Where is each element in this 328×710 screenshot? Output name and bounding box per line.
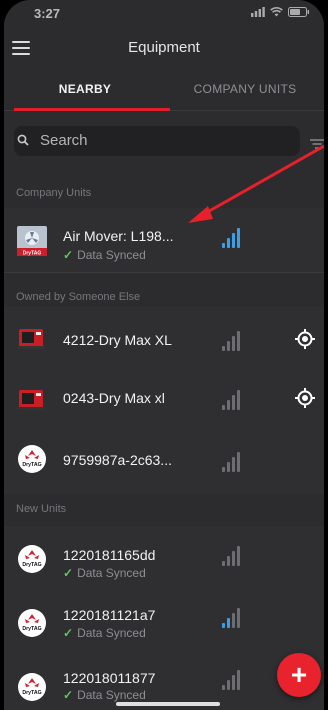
signal-bar <box>222 467 225 472</box>
air-mover-icon: DryTAG <box>17 226 47 256</box>
unit-name: 0243-Dry Max xl <box>63 390 165 406</box>
section-header-new-units: New Units <box>4 494 324 524</box>
signal-bar <box>227 400 230 410</box>
svg-text:DryTAG: DryTAG <box>22 626 41 632</box>
svg-text:DryTAG: DryTAG <box>22 562 41 568</box>
cellular-signal-icon <box>251 7 265 17</box>
signal-bar <box>232 613 235 628</box>
sync-status: ✓ Data Synced <box>63 688 146 702</box>
signal-bar <box>227 341 230 351</box>
add-unit-button[interactable]: + <box>277 653 321 697</box>
svg-text:DryTAG: DryTAG <box>22 690 41 696</box>
battery-icon <box>288 7 310 17</box>
list-item[interactable]: DryTAG 1220181121a7 ✓ Data Synced <box>4 590 324 655</box>
unit-name: 122018011877 <box>63 670 156 686</box>
check-icon: ✓ <box>63 626 74 640</box>
list-item[interactable]: 0243-Dry Max xl <box>4 368 324 433</box>
signal-bar <box>222 623 225 628</box>
drytag-logo: DryTAG <box>17 608 47 638</box>
unit-name: 9759987a-2c63... <box>63 452 172 468</box>
signal-strength-icon <box>222 546 242 566</box>
unit-name: 4212-Dry Max XL <box>63 332 172 348</box>
status-icons <box>251 7 310 17</box>
signal-bar <box>222 561 225 566</box>
signal-bar <box>227 618 230 628</box>
sync-status-label: Data Synced <box>77 626 146 640</box>
signal-bar <box>232 395 235 410</box>
signal-bar <box>237 670 240 690</box>
signal-strength-icon <box>222 670 242 690</box>
sync-status-label: Data Synced <box>77 688 146 702</box>
signal-strength-icon <box>222 390 242 410</box>
signal-bar <box>237 331 240 351</box>
signal-bar <box>232 551 235 566</box>
sync-status-label: Data Synced <box>77 566 146 580</box>
list-item[interactable]: 4212-Dry Max XL <box>4 307 324 372</box>
search-bar[interactable]: Search <box>14 126 300 156</box>
locate-icon[interactable] <box>295 329 315 349</box>
signal-bar <box>222 243 225 248</box>
signal-bar <box>237 608 240 628</box>
dehumidifier-icon <box>17 323 47 353</box>
signal-strength-icon <box>222 228 242 248</box>
locate-icon[interactable] <box>295 388 315 408</box>
signal-strength-icon <box>222 608 242 628</box>
list-item[interactable]: DryTAG 9759987a-2c63... <box>4 430 324 495</box>
svg-text:DryTAG: DryTAG <box>23 250 42 256</box>
unit-name: 1220181165dd <box>63 547 156 563</box>
signal-bar <box>227 238 230 248</box>
active-tab-indicator <box>14 108 170 111</box>
signal-strength-icon <box>222 452 242 472</box>
app-screen: 3:27 Equipment NEARBY COMPANY UNITS Sear… <box>4 0 324 710</box>
signal-bar <box>237 228 240 248</box>
tab-company-units[interactable]: COMPANY UNITS <box>166 70 324 110</box>
dehumidifier-icon <box>17 384 47 414</box>
signal-bar <box>232 457 235 472</box>
signal-strength-icon <box>222 331 242 351</box>
wifi-icon <box>270 7 283 17</box>
list-item[interactable]: DryTAG Air Mover: L198... ✓ Data Synced <box>4 208 324 273</box>
filter-icon[interactable] <box>310 139 324 149</box>
svg-text:DryTAG: DryTAG <box>22 462 41 468</box>
status-bar: 3:27 <box>4 0 324 30</box>
signal-bar <box>222 685 225 690</box>
search-icon <box>17 134 29 146</box>
home-indicator <box>116 702 220 706</box>
signal-bar <box>227 462 230 472</box>
plus-icon: + <box>290 659 308 690</box>
signal-bar <box>237 452 240 472</box>
page-title: Equipment <box>128 39 200 56</box>
signal-bar <box>232 675 235 690</box>
unit-name: 1220181121a7 <box>63 607 156 623</box>
search-input[interactable]: Search <box>40 126 88 156</box>
sync-status: ✓ Data Synced <box>63 626 146 640</box>
check-icon: ✓ <box>63 248 74 262</box>
section-header-company-units: Company Units <box>4 178 324 208</box>
sync-status: ✓ Data Synced <box>63 566 146 580</box>
drytag-logo: DryTAG <box>17 444 47 474</box>
sync-status-label: Data Synced <box>77 248 146 262</box>
nav-bar: Equipment <box>4 30 324 68</box>
tab-nearby[interactable]: NEARBY <box>4 70 166 110</box>
check-icon: ✓ <box>63 688 74 702</box>
status-time: 3:27 <box>34 6 61 21</box>
signal-bar <box>222 346 225 351</box>
signal-bar <box>232 336 235 351</box>
signal-bar <box>227 556 230 566</box>
drytag-logo: DryTAG <box>17 672 47 702</box>
check-icon: ✓ <box>63 566 74 580</box>
signal-bar <box>237 390 240 410</box>
sync-status: ✓ Data Synced <box>63 248 146 262</box>
signal-bar <box>237 546 240 566</box>
drytag-logo: DryTAG <box>17 544 47 574</box>
signal-bar <box>222 405 225 410</box>
tab-bar: NEARBY COMPANY UNITS <box>4 70 324 111</box>
unit-name: Air Mover: L198... <box>63 228 174 244</box>
list-item[interactable]: DryTAG 1220181165dd ✓ Data Synced <box>4 526 324 591</box>
signal-bar <box>227 680 230 690</box>
signal-bar <box>232 233 235 248</box>
